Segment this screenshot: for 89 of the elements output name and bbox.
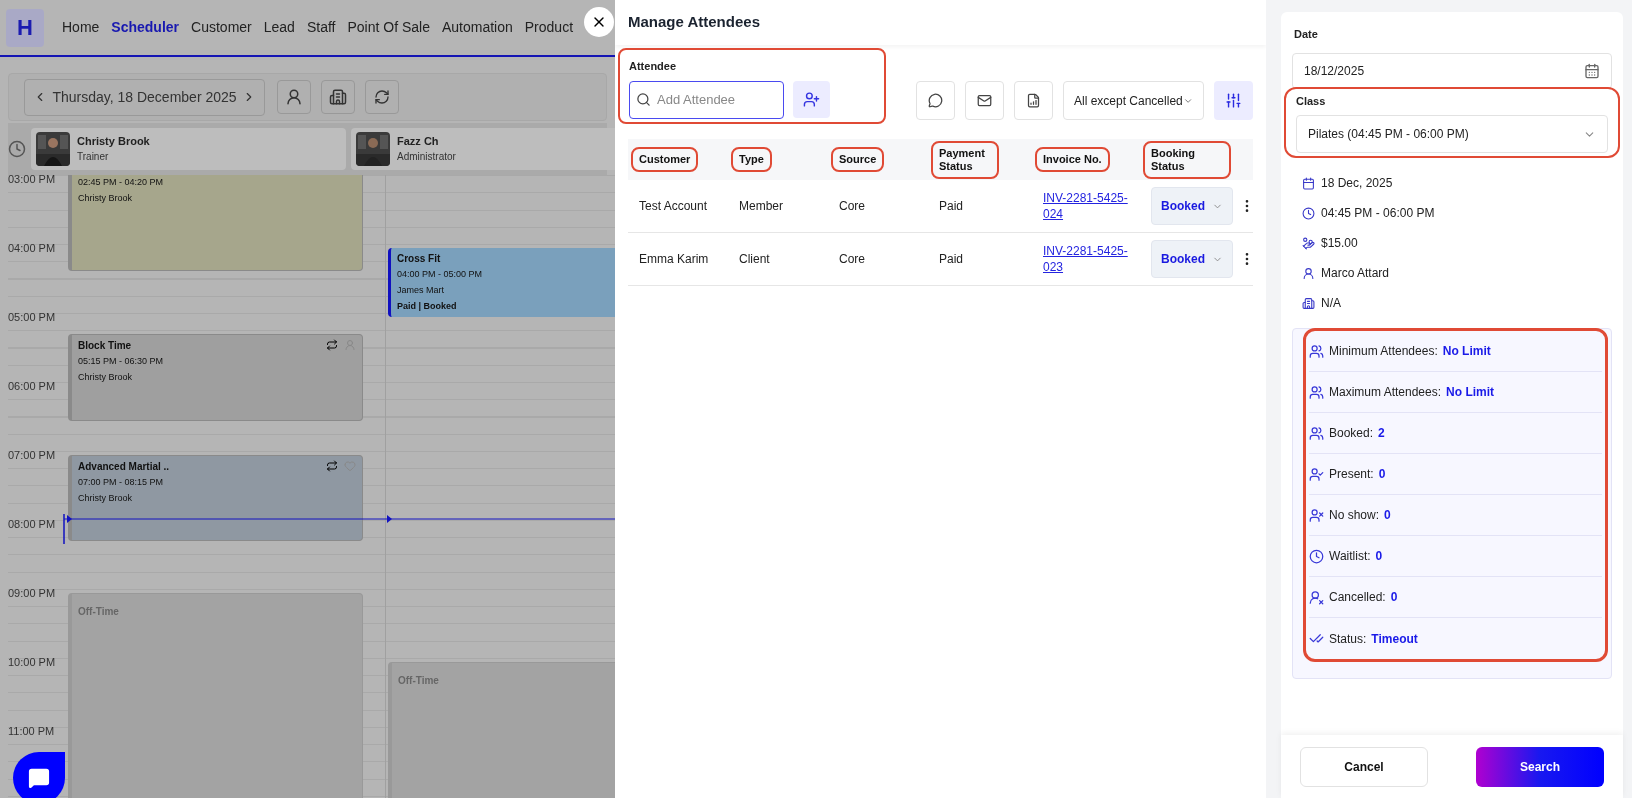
- staff-name: Fazz Ch: [397, 134, 440, 149]
- stat-label: Maximum Attendees:: [1329, 384, 1442, 401]
- nav-link[interactable]: Scheduler: [111, 17, 180, 38]
- stat-value: No Limit: [1442, 343, 1491, 360]
- stat-value: 0: [1378, 466, 1386, 483]
- table-cell-text: Paid: [939, 198, 965, 215]
- event-title: Off-Time: [398, 675, 439, 686]
- staff-name: Christy Brook: [77, 134, 150, 149]
- hour-label: 05:00 PM: [8, 311, 56, 323]
- class-detail: 04:45 PM - 06:00 PM: [1321, 205, 1435, 222]
- attendee-search-field[interactable]: Add Attendee: [629, 80, 784, 119]
- staff-role: Trainer: [77, 150, 110, 164]
- event-staff: Christy Brook: [78, 371, 133, 385]
- event-block[interactable]: Advanced Martial .. 07:00 PM - 08:15 PM Christy Brook: [68, 455, 363, 542]
- stat-value: 0: [1390, 589, 1398, 606]
- column-header: Booking Status: [1143, 140, 1231, 179]
- event-title: Off-Time: [78, 606, 119, 617]
- event-title: Cross Fit: [397, 252, 442, 266]
- event-time: 02:45 PM - 04:20 PM: [78, 176, 165, 189]
- hour-label: 10:00 PM: [8, 656, 56, 668]
- stat-value: 0: [1375, 548, 1383, 565]
- event-block[interactable]: Block Time 05:15 PM - 06:30 PM Christy Brook: [68, 334, 363, 421]
- table-cell-text: Paid: [939, 251, 965, 268]
- event-time: 04:00 PM - 05:00 PM: [397, 268, 484, 281]
- class-detail: 18 Dec, 2025: [1321, 175, 1393, 192]
- field-label: Class: [1296, 93, 1327, 109]
- dialog-title: Manage Attendees: [628, 12, 760, 33]
- nav-link[interactable]: Customer: [191, 17, 252, 38]
- column-header: Payment Status: [931, 140, 999, 179]
- hour-label: 03:00 PM: [8, 175, 56, 185]
- app-logo[interactable]: H: [6, 8, 44, 47]
- table-cell-text: Emma Karim: [639, 251, 710, 268]
- staff-role: Administrator: [397, 150, 456, 164]
- stat-label: Booked:: [1329, 425, 1374, 442]
- stat-label: Present:: [1329, 466, 1374, 483]
- hour-label: 11:00 PM: [8, 725, 55, 737]
- event-title: Block Time: [78, 339, 133, 354]
- nav-link[interactable]: Home: [62, 17, 100, 38]
- class-detail: N/A: [1321, 295, 1341, 312]
- booking-status-dropdown[interactable]: Booked: [1151, 187, 1233, 225]
- hour-label: 08:00 PM: [8, 518, 56, 530]
- event-status: Paid | Booked: [397, 300, 458, 313]
- table-cell-text: Core: [839, 198, 866, 215]
- column-header: Customer: [631, 147, 699, 172]
- event-block[interactable]: Cross Fit 04:00 PM - 05:00 PM James Mart Paid | Booked: [388, 248, 615, 317]
- table-cell-text: Test Account: [639, 198, 709, 215]
- nav-link[interactable]: Product: [524, 17, 574, 38]
- current-date: Thursday, 18 December 2025: [52, 87, 237, 107]
- stat-label: Waitlist:: [1329, 548, 1371, 565]
- field-label: Date: [1294, 27, 1319, 42]
- hour-label: 04:00 PM: [8, 242, 56, 254]
- event-staff: Christy Brook: [78, 192, 133, 205]
- event-staff: Christy Brook: [78, 492, 133, 505]
- stat-label: Minimum Attendees:: [1329, 343, 1438, 360]
- stat-value: No Limit: [1446, 384, 1495, 401]
- nav-link[interactable]: Staff: [306, 17, 336, 38]
- status-filter-dropdown[interactable]: All except Cancelled: [1063, 81, 1204, 120]
- stat-value: 2: [1378, 425, 1385, 442]
- booking-status-dropdown[interactable]: Booked: [1151, 240, 1233, 278]
- stat-value: Timeout: [1371, 630, 1418, 648]
- hour-label: 07:00 PM: [8, 449, 56, 461]
- table-cell-text: Member: [739, 198, 784, 215]
- nav-link[interactable]: Point Of Sale: [347, 17, 430, 38]
- hour-label: 09:00 PM: [8, 587, 56, 599]
- stat-label: Status:: [1329, 630, 1367, 648]
- event-time: 05:15 PM - 06:30 PM: [78, 355, 165, 369]
- nav-link[interactable]: Lead: [263, 17, 295, 38]
- stat-label: No show:: [1329, 507, 1380, 524]
- field-label: Attendee: [629, 59, 678, 74]
- cancel-button[interactable]: Cancel: [1300, 746, 1428, 787]
- class-detail: $15.00: [1321, 235, 1358, 252]
- class-detail: Marco Attard: [1321, 265, 1390, 282]
- hour-label: 06:00 PM: [8, 380, 56, 392]
- event-staff: James Mart: [397, 284, 445, 297]
- invoice-link[interactable]: INV-2281-5425-023: [1043, 243, 1133, 275]
- table-cell-text: Core: [839, 251, 866, 268]
- event-block[interactable]: 02:45 PM - 04:20 PM Christy Brook: [68, 175, 363, 271]
- event-time: 07:00 PM - 08:15 PM: [78, 476, 165, 489]
- class-dropdown[interactable]: Pilates (04:45 PM - 06:00 PM): [1296, 115, 1608, 153]
- stat-label: Cancelled:: [1329, 589, 1386, 606]
- column-header: Source: [831, 147, 885, 172]
- column-header: Type: [731, 147, 772, 172]
- table-cell-text: Client: [739, 251, 771, 268]
- column-header: Invoice No.: [1035, 147, 1110, 172]
- nav-link[interactable]: Automation: [441, 17, 513, 38]
- invoice-link[interactable]: INV-2281-5425-024: [1043, 190, 1133, 222]
- search-button[interactable]: Search: [1476, 746, 1604, 787]
- stat-value: 0: [1384, 507, 1391, 524]
- event-title: Advanced Martial ..: [78, 460, 171, 474]
